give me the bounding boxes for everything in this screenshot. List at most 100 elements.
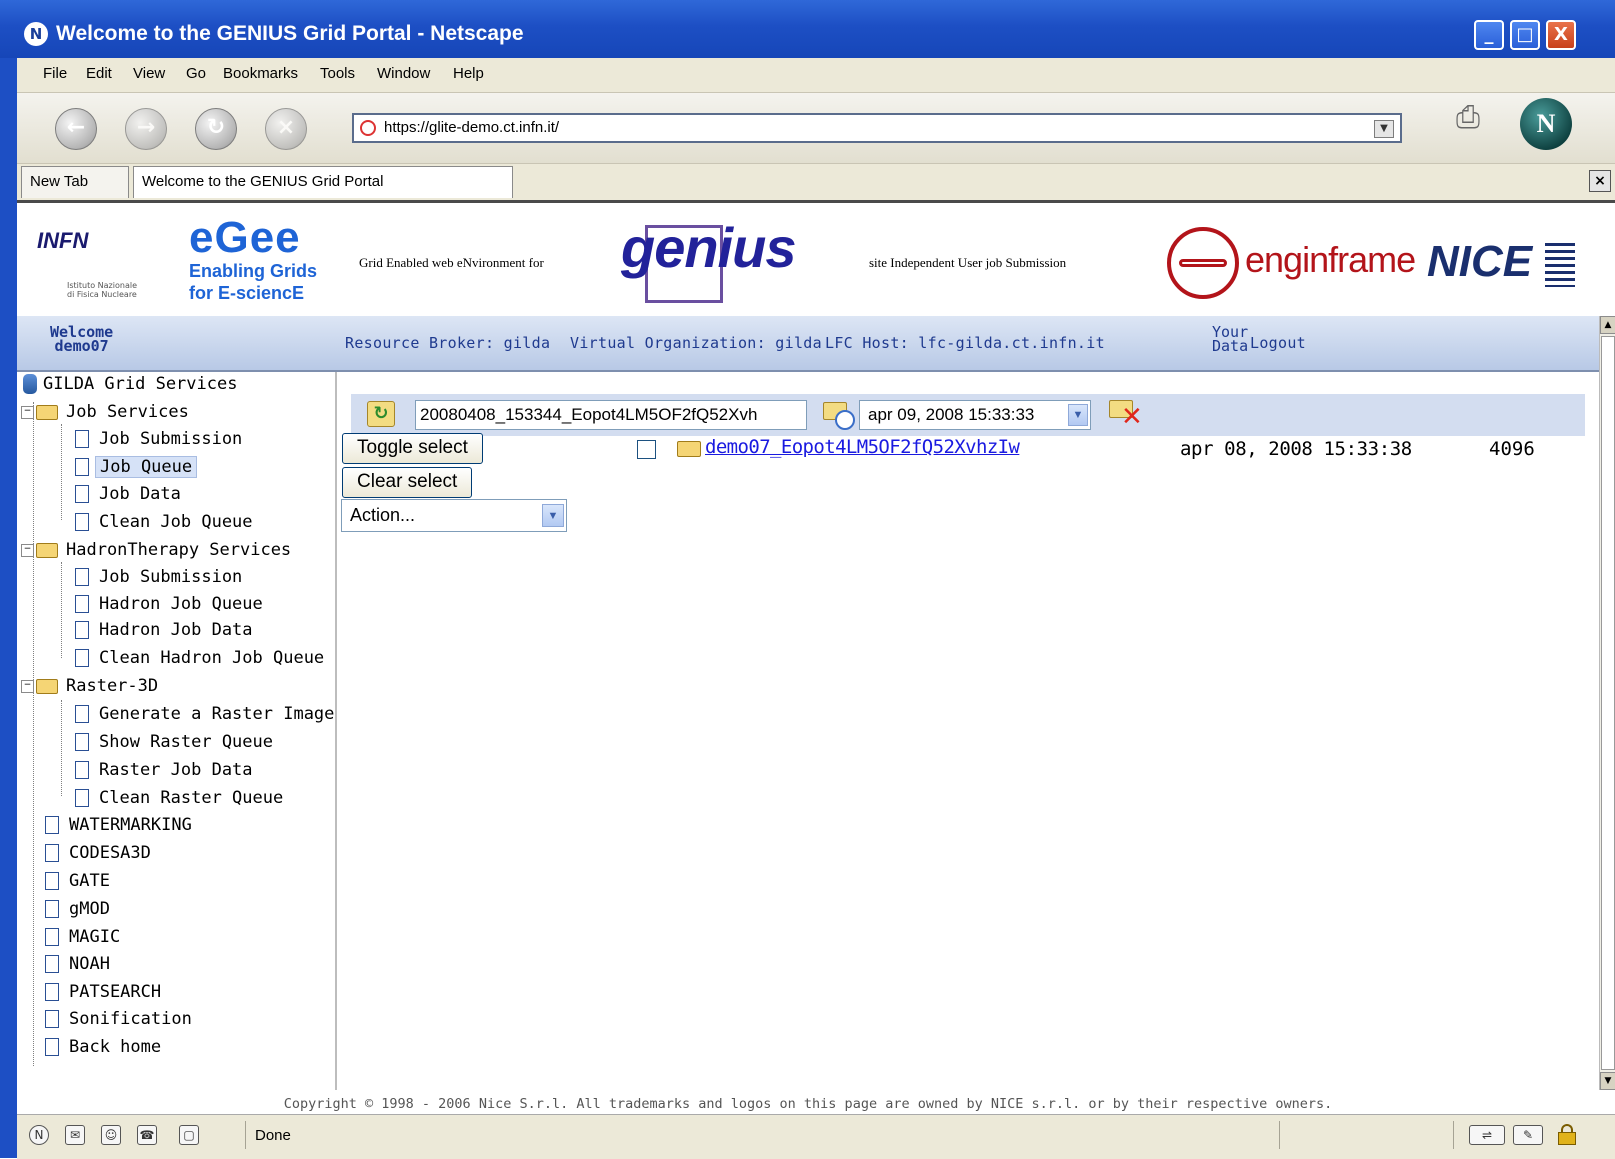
menu-tools[interactable]: Tools bbox=[320, 65, 355, 82]
url-dropdown-icon[interactable]: ▼ bbox=[1374, 120, 1394, 138]
netscape-status-icon[interactable]: N bbox=[29, 1125, 49, 1145]
tree-item-hadron-job-data[interactable]: Hadron Job Data bbox=[75, 620, 257, 646]
services-tree: GILDA Grid Services − Job Services Job Su… bbox=[17, 372, 337, 1090]
scroll-down-icon[interactable]: ▼ bbox=[1600, 1072, 1615, 1090]
tree-item-label: Job Submission bbox=[99, 567, 243, 587]
composer-icon[interactable]: ▢ bbox=[179, 1125, 199, 1145]
connection-icon[interactable]: ⇌ bbox=[1469, 1125, 1505, 1145]
tree-item-label: gMOD bbox=[69, 899, 110, 919]
nice-logo: NICE bbox=[1427, 237, 1533, 286]
your-data-link[interactable]: Your Data bbox=[1212, 325, 1249, 355]
tree-item-sonification[interactable]: Sonification bbox=[45, 1009, 196, 1035]
tree-item-job-submission[interactable]: Job Submission bbox=[75, 429, 246, 455]
close-tab-icon[interactable]: × bbox=[1589, 170, 1611, 192]
chevron-down-icon[interactable]: ▼ bbox=[542, 504, 564, 527]
maximize-button[interactable]: □ bbox=[1510, 20, 1540, 50]
tree-item-clean-hadron-job-queue[interactable]: Clean Hadron Job Queue bbox=[75, 648, 328, 674]
job-id-field[interactable]: 20080408_153344_Eopot4LM5OF2fQ52Xvh bbox=[415, 400, 807, 430]
tree-item-back-home[interactable]: Back home bbox=[45, 1037, 165, 1063]
tree-group-raster-3d[interactable]: − Raster-3D bbox=[21, 676, 162, 702]
date-select[interactable]: apr 09, 2008 15:33:33 ▼ bbox=[859, 400, 1091, 430]
site-icon bbox=[360, 120, 376, 136]
date-folder-icon[interactable] bbox=[823, 400, 855, 430]
instant-messenger-icon[interactable]: ☺ bbox=[101, 1125, 121, 1145]
close-button[interactable]: X bbox=[1546, 20, 1576, 50]
tree-item-label: GATE bbox=[69, 871, 110, 891]
tree-item-label: Job Submission bbox=[99, 429, 243, 449]
tree-group-hadron[interactable]: − HadronTherapy Services bbox=[21, 540, 295, 566]
tree-item-clean-job-queue[interactable]: Clean Job Queue bbox=[75, 512, 257, 538]
job-date: apr 08, 2008 15:33:38 bbox=[1180, 438, 1412, 460]
lock-icon[interactable] bbox=[1557, 1124, 1577, 1146]
clear-select-button[interactable]: Clear select bbox=[342, 467, 473, 498]
tree-item-noah[interactable]: NOAH bbox=[45, 954, 114, 980]
tree-item-gmod[interactable]: gMOD bbox=[45, 899, 114, 925]
netscape-logo[interactable]: N bbox=[1520, 98, 1572, 150]
tree-group-label: Job Services bbox=[66, 402, 189, 422]
stop-button[interactable]: × bbox=[265, 108, 307, 150]
tree-item-watermarking[interactable]: WATERMARKING bbox=[45, 815, 196, 841]
action-select[interactable]: Action... ▼ bbox=[341, 499, 567, 532]
navigation-toolbar: ← → ↻ × https://glite-demo.ct.infn.it/ ▼… bbox=[17, 93, 1615, 164]
virtual-organization: Virtual Organization: gilda bbox=[570, 334, 822, 352]
tree-item-patsearch[interactable]: PATSEARCH bbox=[45, 982, 165, 1008]
tree-item-raster-job-data[interactable]: Raster Job Data bbox=[75, 760, 257, 786]
tree-root[interactable]: GILDA Grid Services bbox=[23, 374, 237, 400]
your-data-line2: Data bbox=[1212, 337, 1249, 355]
scroll-thumb[interactable] bbox=[1601, 336, 1615, 1070]
address-book-icon[interactable]: ☎ bbox=[137, 1125, 157, 1145]
tree-item-hadron-job-queue[interactable]: Hadron Job Queue bbox=[75, 594, 267, 620]
menu-bookmarks[interactable]: Bookmarks bbox=[223, 65, 298, 82]
mail-icon[interactable]: ✉ bbox=[65, 1125, 85, 1145]
logout-link[interactable]: Logout bbox=[1250, 334, 1306, 352]
refresh-folder-icon[interactable]: ↻ bbox=[367, 401, 395, 427]
document-icon bbox=[75, 789, 89, 807]
collapse-icon[interactable]: − bbox=[21, 405, 34, 419]
tree-item-hadron-job-submission[interactable]: Job Submission bbox=[75, 567, 246, 593]
tree-item-job-queue[interactable]: Job Queue bbox=[75, 456, 198, 482]
menu-window[interactable]: Window bbox=[377, 65, 430, 82]
url-text[interactable]: https://glite-demo.ct.infn.it/ bbox=[384, 119, 559, 136]
menu-go[interactable]: Go bbox=[186, 65, 206, 82]
tree-item-job-data[interactable]: Job Data bbox=[75, 484, 185, 510]
menu-view[interactable]: View bbox=[133, 65, 165, 82]
tree-item-gate[interactable]: GATE bbox=[45, 871, 114, 897]
window-title: Welcome to the GENIUS Grid Portal - Nets… bbox=[56, 22, 524, 45]
page-scrollbar[interactable]: ▲ ▼ bbox=[1599, 316, 1615, 1090]
back-button[interactable]: ← bbox=[55, 108, 97, 150]
welcome-user: Welcome demo07 bbox=[50, 325, 113, 354]
tree-item-label: Hadron Job Queue bbox=[99, 594, 263, 614]
tree-item-label: Clean Hadron Job Queue bbox=[99, 648, 325, 668]
url-bar[interactable]: https://glite-demo.ct.infn.it/ ▼ bbox=[352, 113, 1402, 143]
tree-item-codesa3d[interactable]: CODESA3D bbox=[45, 843, 155, 869]
tree-item-generate-raster-image[interactable]: Generate a Raster Image bbox=[75, 704, 338, 730]
tree-item-magic[interactable]: MAGIC bbox=[45, 927, 124, 953]
delete-folder-icon[interactable]: ✕ bbox=[1109, 398, 1143, 430]
tree-group-job-services[interactable]: − Job Services bbox=[21, 402, 193, 428]
tree-item-clean-raster-queue[interactable]: Clean Raster Queue bbox=[75, 788, 287, 814]
scroll-up-icon[interactable]: ▲ bbox=[1600, 316, 1615, 334]
security-info-icon[interactable]: ✎ bbox=[1513, 1125, 1543, 1145]
document-icon bbox=[75, 595, 89, 613]
tab-genius[interactable]: Welcome to the GENIUS Grid Portal bbox=[133, 166, 513, 198]
job-link[interactable]: demo07_Eopot4LM5OF2fQ52XvhzIw bbox=[705, 436, 1020, 458]
menu-edit[interactable]: Edit bbox=[86, 65, 112, 82]
tree-item-label: Clean Raster Queue bbox=[99, 788, 284, 808]
menu-help[interactable]: Help bbox=[453, 65, 484, 82]
menu-file[interactable]: File bbox=[43, 65, 67, 82]
tab-new[interactable]: New Tab bbox=[21, 166, 129, 198]
infn-logo: INFN bbox=[37, 228, 89, 253]
menu-bar: File Edit View Go Bookmarks Tools Window… bbox=[17, 58, 1615, 93]
collapse-icon[interactable]: − bbox=[21, 679, 34, 693]
lfc-host: LFC Host: lfc-gilda.ct.infn.it bbox=[825, 334, 1105, 352]
reload-button[interactable]: ↻ bbox=[195, 108, 237, 150]
print-icon[interactable]: ⎙ bbox=[1445, 98, 1491, 138]
minimize-button[interactable]: _ bbox=[1474, 20, 1504, 50]
forward-button[interactable]: → bbox=[125, 108, 167, 150]
tree-item-label: WATERMARKING bbox=[69, 815, 192, 835]
job-checkbox[interactable] bbox=[637, 440, 656, 459]
collapse-icon[interactable]: − bbox=[21, 543, 34, 557]
tree-item-show-raster-queue[interactable]: Show Raster Queue bbox=[75, 732, 277, 758]
tree-item-label: Raster Job Data bbox=[99, 760, 253, 780]
chevron-down-icon[interactable]: ▼ bbox=[1068, 404, 1088, 426]
